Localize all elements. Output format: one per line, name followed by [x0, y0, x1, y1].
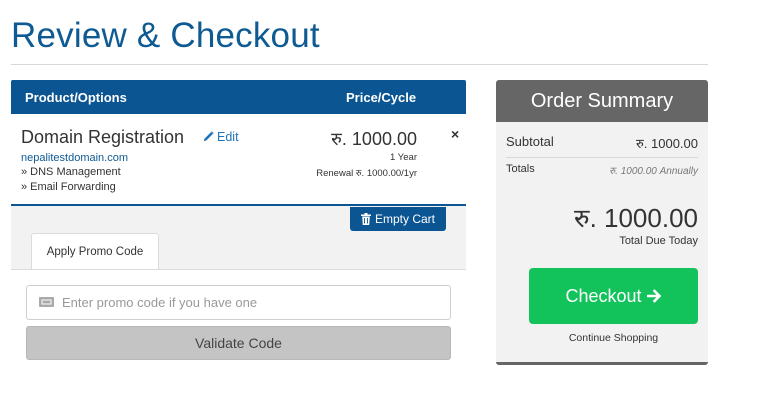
empty-cart-button[interactable]: Empty Cart	[350, 207, 446, 231]
product-options-header: Product/Options	[25, 90, 127, 105]
cart-panel: Product/Options Price/Cycle Domain Regis…	[11, 80, 466, 373]
continue-shopping-link[interactable]: Continue Shopping	[529, 332, 698, 344]
close-icon[interactable]: ×	[451, 126, 459, 142]
item-addon-dns: » DNS Management	[21, 166, 121, 178]
total-due-amount: रु. 1000.00	[574, 203, 698, 233]
totals-value: रु. 1000.00 Annually	[609, 166, 698, 177]
page-title: Review & Checkout	[11, 16, 320, 55]
title-divider	[11, 64, 708, 65]
item-name: Domain Registration	[21, 127, 185, 147]
order-summary-panel: Order Summary Subtotal रु. 1000.00 Total…	[496, 80, 708, 365]
item-cycle: 1 Year	[390, 152, 417, 163]
subtotal-label: Subtotal	[506, 134, 554, 149]
cart-item: Domain Registration Edit nepalitestdomai…	[11, 114, 466, 206]
subtotal-value: रु. 1000.00	[636, 136, 698, 151]
summary-divider	[506, 157, 698, 158]
item-price: रु. 1000.00	[331, 129, 417, 149]
promo-code-input[interactable]	[26, 285, 451, 320]
pencil-icon	[203, 131, 214, 142]
arrow-right-icon	[646, 289, 661, 303]
edit-label: Edit	[217, 130, 239, 144]
item-addon-email: » Email Forwarding	[21, 181, 116, 193]
checkout-label: Checkout	[565, 285, 642, 306]
price-cycle-header: Price/Cycle	[346, 90, 417, 105]
empty-cart-label: Empty Cart	[374, 212, 435, 226]
edit-link[interactable]: Edit	[203, 130, 239, 144]
checkout-button[interactable]: Checkout	[529, 268, 698, 324]
order-summary-title: Order Summary	[496, 80, 708, 122]
item-renewal: Renewal रु. 1000.00/1yr	[316, 168, 417, 179]
totals-label: Totals	[506, 163, 535, 175]
validate-code-button[interactable]: Validate Code	[26, 326, 451, 360]
cart-header: Product/Options Price/Cycle	[11, 80, 466, 114]
order-summary-body: Subtotal रु. 1000.00 Totals रु. 1000.00 …	[500, 122, 704, 362]
trash-icon	[360, 213, 371, 225]
tab-apply-promo-code[interactable]: Apply Promo Code	[31, 233, 159, 269]
promo-area: Validate Code	[11, 269, 466, 373]
ticket-icon	[39, 297, 54, 307]
total-due-label: Total Due Today	[619, 235, 698, 247]
item-domain: nepalitestdomain.com	[21, 152, 129, 164]
